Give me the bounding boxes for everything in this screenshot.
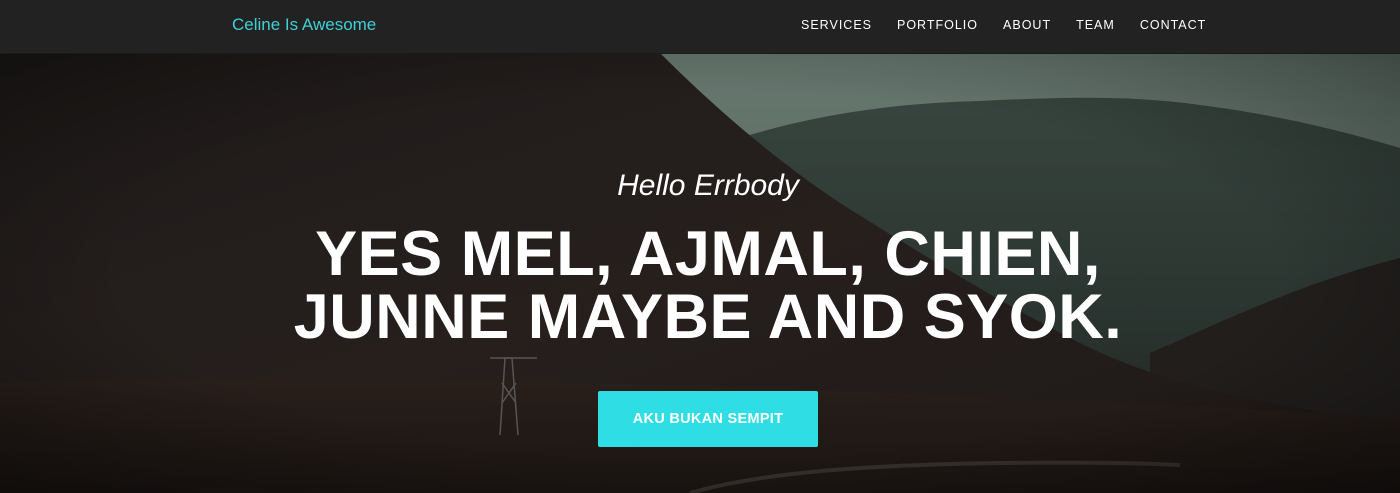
hero-headline-line-1: YES MEL, AJMAL, CHIEN, [315, 219, 1101, 289]
hero-headline: YES MEL, AJMAL, CHIEN, JUNNE MAYBE AND S… [0, 223, 1400, 349]
hero-lead-text: Hello Errbody [617, 169, 799, 202]
nav-link-services[interactable]: SERVICES [801, 17, 872, 33]
brand-link[interactable]: Celine Is Awesome [232, 15, 376, 35]
nav-link-team[interactable]: TEAM [1076, 17, 1115, 33]
nav-link-about[interactable]: ABOUT [1003, 17, 1051, 33]
hero-section: Hello Errbody YES MEL, AJMAL, CHIEN, JUN… [0, 53, 1400, 493]
nav-menu: SERVICES PORTFOLIO ABOUT TEAM CONTACT [801, 17, 1206, 33]
nav-link-contact[interactable]: CONTACT [1140, 17, 1207, 33]
cta-button[interactable]: AKU BUKAN SEMPIT [598, 391, 818, 447]
navbar: Celine Is Awesome SERVICES PORTFOLIO ABO… [0, 0, 1400, 54]
hero-headline-line-2: JUNNE MAYBE AND SYOK. [293, 282, 1123, 352]
nav-link-portfolio[interactable]: PORTFOLIO [897, 17, 978, 33]
landing-page: Celine Is Awesome SERVICES PORTFOLIO ABO… [0, 0, 1400, 493]
